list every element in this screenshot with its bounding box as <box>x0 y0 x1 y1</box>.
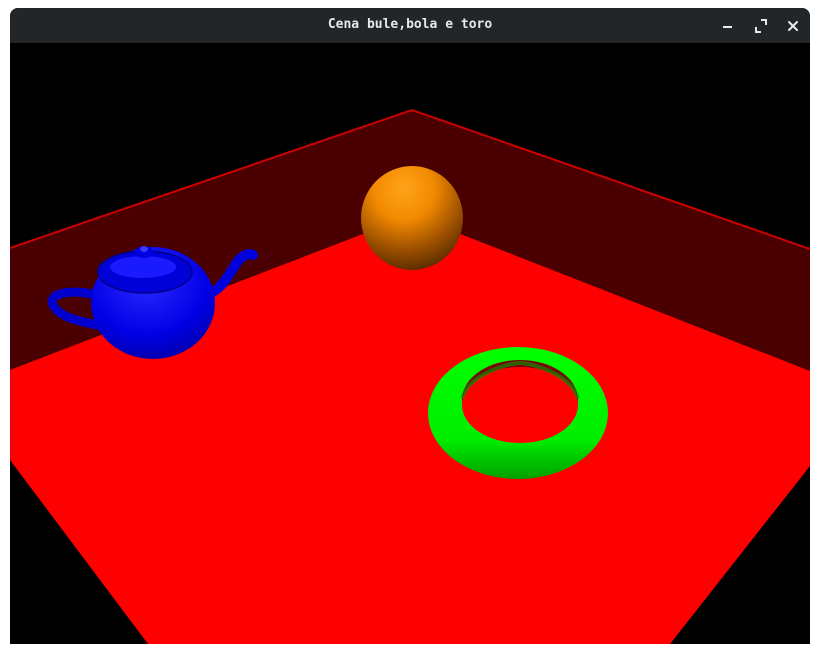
maximize-icon <box>755 19 767 33</box>
app-window: Cena bule,bola e toro <box>10 8 810 644</box>
window-title: Cena bule,bola e toro <box>327 17 493 32</box>
close-button[interactable] <box>783 16 803 36</box>
title-bar[interactable]: Cena bule,bola e toro <box>10 8 810 43</box>
maximize-button[interactable] <box>751 16 771 36</box>
green-torus <box>428 347 608 479</box>
close-icon <box>788 21 798 31</box>
minimize-button[interactable] <box>718 16 738 36</box>
scene-canvas <box>10 108 810 644</box>
orange-sphere <box>361 166 463 270</box>
minimize-icon <box>723 26 732 28</box>
opengl-viewport[interactable] <box>10 43 810 644</box>
